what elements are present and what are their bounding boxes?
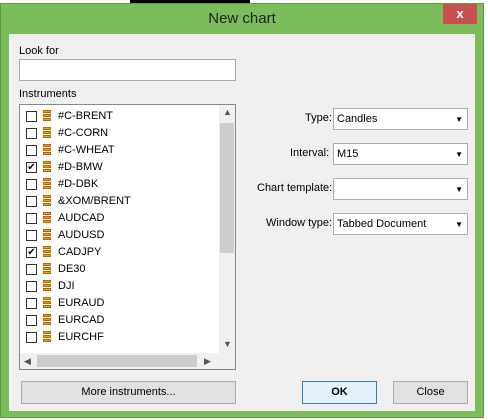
list-item[interactable]: #C-WHEAT — [26, 142, 216, 159]
list-item[interactable]: DJI — [26, 278, 216, 295]
list-item[interactable]: DE30 — [26, 261, 216, 278]
instruments-list[interactable]: #C-BRENT #C-CORN #C-WHEAT ✔ #D-BMW #D-DBK &XOM… — [19, 104, 236, 370]
chevron-down-icon: ▼ — [455, 185, 463, 194]
list-item[interactable]: AUDUSD — [26, 227, 216, 244]
instrument-checkbox[interactable] — [26, 315, 37, 326]
list-item[interactable]: #D-DBK — [26, 176, 216, 193]
instrument-name: DE30 — [58, 263, 86, 275]
type-label: Type: — [305, 112, 332, 124]
window-type-select[interactable]: Tabbed Document ▼ — [333, 213, 468, 235]
instrument-stack-icon — [42, 314, 52, 327]
instrument-name: EURCHF — [58, 331, 104, 343]
chevron-down-icon: ▼ — [455, 150, 463, 159]
dialog-title: New chart — [208, 10, 276, 27]
list-item[interactable]: EURCHF — [26, 329, 216, 346]
instrument-checkbox[interactable]: ✔ — [26, 247, 37, 258]
scroll-down-icon[interactable]: ▼ — [223, 339, 232, 349]
horizontal-scrollbar[interactable]: ◀ ▶ — [20, 353, 219, 369]
look-for-label: Look for — [19, 45, 59, 57]
more-instruments-button[interactable]: More instruments... — [21, 381, 236, 404]
chevron-down-icon: ▼ — [455, 220, 463, 229]
interval-value: M15 — [337, 148, 359, 160]
window-type-label: Window type: — [266, 217, 333, 229]
instrument-name: EURAUD — [58, 297, 105, 309]
instrument-checkbox[interactable] — [26, 111, 37, 122]
list-item[interactable]: ✔ #D-BMW — [26, 159, 216, 176]
instrument-name: CADJPY — [58, 246, 102, 258]
instrument-checkbox[interactable] — [26, 179, 37, 190]
instrument-checkbox[interactable] — [26, 128, 37, 139]
instrument-checkbox[interactable] — [26, 332, 37, 343]
instrument-name: #D-DBK — [58, 178, 99, 190]
instrument-name: AUDUSD — [58, 229, 105, 241]
instrument-checkbox[interactable] — [26, 281, 37, 292]
instrument-stack-icon — [42, 212, 52, 225]
instrument-checkbox[interactable]: ✔ — [26, 162, 37, 173]
instrument-stack-icon — [42, 280, 52, 293]
window-type-value: Tabbed Document — [337, 218, 427, 230]
instrument-checkbox[interactable] — [26, 213, 37, 224]
list-item[interactable]: &XOM/BRENT — [26, 193, 216, 210]
horizontal-scroll-thumb[interactable] — [37, 355, 197, 367]
instrument-stack-icon — [42, 263, 52, 276]
scrollbar-corner — [219, 353, 235, 369]
list-item[interactable]: EURCAD — [26, 312, 216, 329]
ok-button[interactable]: OK — [302, 381, 377, 404]
scroll-right-icon[interactable]: ▶ — [204, 356, 211, 367]
interval-label: Interval: — [290, 147, 330, 159]
scroll-up-icon[interactable]: ▲ — [223, 107, 232, 117]
chart-template-label: Chart template: — [257, 182, 333, 194]
interval-select[interactable]: M15 ▼ — [333, 143, 468, 165]
type-value: Candles — [337, 113, 378, 125]
instrument-stack-icon — [42, 297, 52, 310]
instrument-stack-icon — [42, 110, 52, 123]
instrument-name: EURCAD — [58, 314, 105, 326]
scroll-left-icon[interactable]: ◀ — [24, 356, 31, 367]
instrument-name: &XOM/BRENT — [58, 195, 131, 207]
dialog-body: Look for Instruments #C-BRENT #C-CORN #C-W… — [9, 34, 475, 411]
chart-template-select[interactable]: ▼ — [333, 178, 468, 200]
list-item[interactable]: ✔ CADJPY — [26, 244, 216, 261]
instrument-name: #C-WHEAT — [58, 144, 115, 156]
instrument-stack-icon — [42, 195, 52, 208]
type-select[interactable]: Candles ▼ — [333, 108, 468, 130]
list-item[interactable]: AUDCAD — [26, 210, 216, 227]
instrument-stack-icon — [42, 331, 52, 344]
instrument-stack-icon — [42, 144, 52, 157]
instrument-stack-icon — [42, 178, 52, 191]
instrument-name: #D-BMW — [58, 161, 103, 173]
instrument-checkbox[interactable] — [26, 145, 37, 156]
vertical-scroll-thumb[interactable] — [220, 123, 234, 253]
chevron-down-icon: ▼ — [455, 115, 463, 124]
instrument-checkbox[interactable] — [26, 264, 37, 275]
instrument-checkbox[interactable] — [26, 298, 37, 309]
instrument-name: AUDCAD — [58, 212, 105, 224]
instrument-name: DJI — [58, 280, 75, 292]
instrument-stack-icon — [42, 229, 52, 242]
vertical-scrollbar[interactable]: ▲ ▼ — [219, 105, 235, 353]
instrument-name: #C-BRENT — [58, 110, 114, 122]
close-button[interactable]: Close — [393, 381, 468, 404]
instrument-name: #C-CORN — [58, 127, 109, 139]
list-item[interactable]: #C-BRENT — [26, 108, 216, 125]
instrument-checkbox[interactable] — [26, 230, 37, 241]
close-window-button[interactable]: x — [443, 4, 477, 24]
new-chart-dialog: New chart x Look for Instruments #C-BREN… — [0, 3, 484, 418]
instruments-label: Instruments — [19, 88, 77, 100]
instrument-checkbox[interactable] — [26, 196, 37, 207]
title-bar[interactable]: New chart x — [1, 4, 483, 32]
list-item[interactable]: EURAUD — [26, 295, 216, 312]
instrument-stack-icon — [42, 246, 52, 259]
instrument-stack-icon — [42, 161, 52, 174]
look-for-input[interactable] — [19, 59, 236, 81]
list-item[interactable]: #C-CORN — [26, 125, 216, 142]
instrument-stack-icon — [42, 127, 52, 140]
